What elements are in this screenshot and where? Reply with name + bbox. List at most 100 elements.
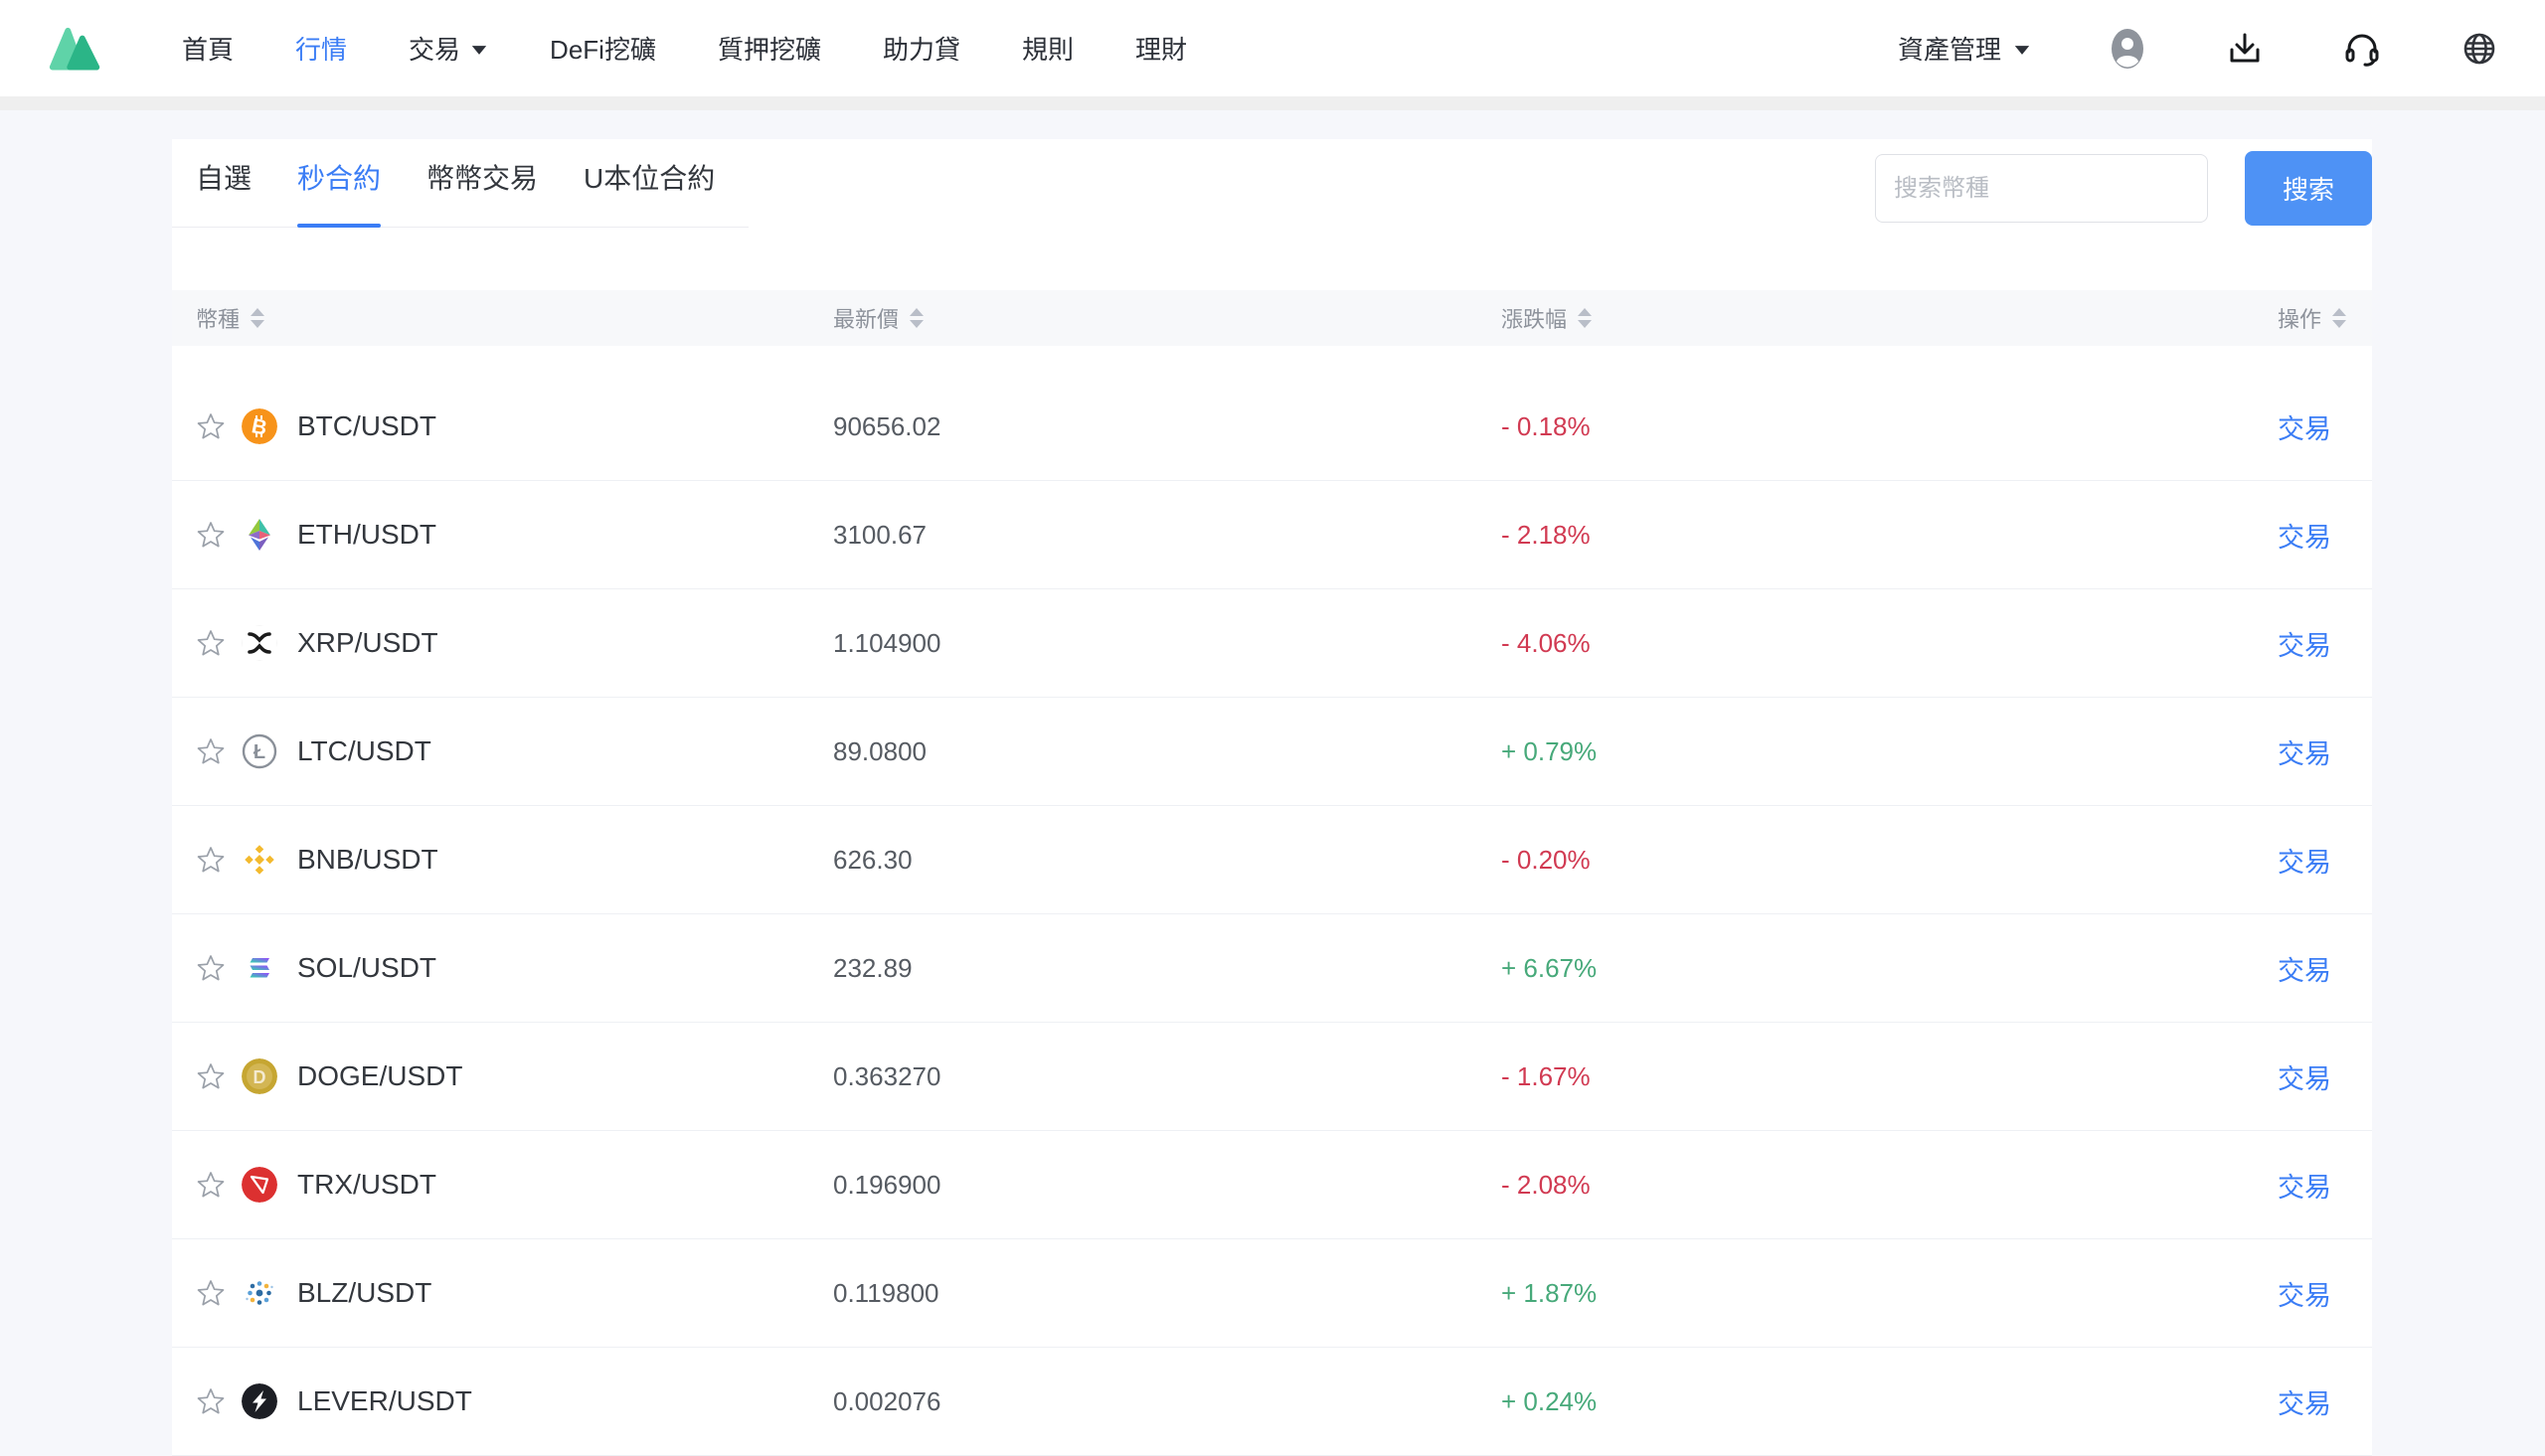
pair-cell: TRX/USDT [196,1167,833,1203]
nav-item-staking[interactable]: 質押挖礦 [718,30,821,67]
language-globe-icon[interactable] [2459,28,2500,70]
nav-item-rules[interactable]: 規則 [1022,30,1074,67]
last-price: 3100.67 [833,520,1501,551]
tab-second-contract[interactable]: 秒合約 [297,159,381,227]
favorite-star-icon[interactable] [196,1278,226,1308]
lever-icon [242,1383,277,1419]
change-percent: + 1.87% [1501,1278,2278,1309]
search-input[interactable] [1875,154,2208,223]
last-price: 90656.02 [833,411,1501,442]
table-row: SOL/USDT 232.89 + 6.67% 交易 [172,914,2372,1023]
pair-label: XRP/USDT [297,627,438,659]
svg-text:D: D [254,1067,266,1087]
table-header-row: 幣種 最新價 漲跌幅 操作 [172,290,2372,346]
pair-label: SOL/USDT [297,952,436,984]
favorite-star-icon[interactable] [196,1170,226,1200]
trade-link[interactable]: 交易 [2278,624,2348,663]
pair-cell: BNB/USDT [196,842,833,878]
column-header-change[interactable]: 漲跌幅 [1501,302,2278,334]
pair-label: BNB/USDT [297,844,438,876]
column-header-action[interactable]: 操作 [2278,302,2348,334]
trade-link[interactable]: 交易 [2278,841,2348,880]
table-row: BLZ/USDT 0.119800 + 1.87% 交易 [172,1239,2372,1348]
favorite-star-icon[interactable] [196,736,226,766]
pair-cell: SOL/USDT [196,950,833,986]
top-navigation-bar: 首頁 行情 交易 DeFi挖礦 質押挖礦 助力貸 規則 理財 資產管理 [0,0,2545,96]
trx-icon [242,1167,277,1203]
trade-link[interactable]: 交易 [2278,516,2348,555]
favorite-star-icon[interactable] [196,953,226,983]
tab-usdt-contract[interactable]: U本位合約 [584,159,715,227]
bnb-icon [242,842,277,878]
trade-link[interactable]: 交易 [2278,1382,2348,1421]
table-row: TRX/USDT 0.196900 - 2.08% 交易 [172,1131,2372,1239]
table-row: ETH/USDT 3100.67 - 2.18% 交易 [172,481,2372,589]
blz-icon [242,1275,277,1311]
trade-link[interactable]: 交易 [2278,949,2348,988]
last-price: 0.002076 [833,1386,1501,1417]
pair-label: BLZ/USDT [297,1277,431,1309]
pair-cell: D DOGE/USDT [196,1058,833,1094]
last-price: 0.119800 [833,1278,1501,1309]
pair-cell: B BTC/USDT [196,408,833,444]
favorite-star-icon[interactable] [196,845,226,875]
column-header-price[interactable]: 最新價 [833,302,1501,334]
table-row: LEVER/USDT 0.002076 + 0.24% 交易 [172,1348,2372,1456]
pair-cell: ETH/USDT [196,517,833,553]
last-price: 232.89 [833,953,1501,984]
last-price: 0.363270 [833,1061,1501,1092]
sort-icon [909,307,925,329]
search-button[interactable]: 搜索 [2245,151,2372,226]
market-tabs: 自選 秒合約 幣幣交易 U本位合約 [172,159,749,228]
last-price: 626.30 [833,845,1501,876]
assets-dropdown[interactable]: 資產管理 [1898,30,2031,67]
nav-item-trade-label: 交易 [409,30,460,67]
last-price: 1.104900 [833,628,1501,659]
ltc-icon: Ł [242,733,277,769]
chevron-down-icon [2015,46,2029,55]
nav-item-loan[interactable]: 助力貸 [883,30,960,67]
nav-item-defi-mining[interactable]: DeFi挖礦 [550,30,656,67]
support-headset-icon[interactable] [2341,28,2383,70]
last-price: 0.196900 [833,1170,1501,1201]
nav-item-home[interactable]: 首頁 [182,30,234,67]
change-percent: - 2.08% [1501,1170,2278,1201]
tab-favorites[interactable]: 自選 [196,159,252,227]
trade-link[interactable]: 交易 [2278,1274,2348,1313]
sort-icon [1577,307,1593,329]
assets-dropdown-label: 資產管理 [1898,30,2001,67]
favorite-star-icon[interactable] [196,628,226,658]
download-app-icon[interactable] [2224,28,2266,70]
table-row: BNB/USDT 626.30 - 0.20% 交易 [172,806,2372,914]
nav-item-markets[interactable]: 行情 [295,30,347,67]
favorite-star-icon[interactable] [196,1061,226,1091]
trade-link[interactable]: 交易 [2278,1057,2348,1096]
table-row: D DOGE/USDT 0.363270 - 1.67% 交易 [172,1023,2372,1131]
nav-item-wealth[interactable]: 理財 [1135,30,1187,67]
pair-label: DOGE/USDT [297,1060,462,1092]
sol-icon [242,950,277,986]
brand-logo[interactable] [45,25,106,73]
change-percent: + 0.79% [1501,736,2278,767]
pair-label: LEVER/USDT [297,1385,472,1417]
markets-card: 自選 秒合約 幣幣交易 U本位合約 搜索 幣種 最新價 漲跌幅 操作 B [172,139,2372,1398]
column-header-coin[interactable]: 幣種 [196,302,833,334]
column-header-action-label: 操作 [2278,302,2321,334]
tab-spot-trading[interactable]: 幣幣交易 [426,159,538,227]
user-avatar[interactable] [2107,28,2148,70]
nav-item-trade[interactable]: 交易 [409,30,488,67]
favorite-star-icon[interactable] [196,520,226,550]
column-header-price-label: 最新價 [833,302,899,334]
change-percent: - 4.06% [1501,628,2278,659]
trade-link[interactable]: 交易 [2278,1166,2348,1205]
favorite-star-icon[interactable] [196,1386,226,1416]
table-row: B BTC/USDT 90656.02 - 0.18% 交易 [172,373,2372,481]
pair-label: ETH/USDT [297,519,436,551]
main-menu: 首頁 行情 交易 DeFi挖礦 質押挖礦 助力貸 規則 理財 [182,30,1187,67]
trade-link[interactable]: 交易 [2278,407,2348,446]
chevron-down-icon [472,46,486,55]
trade-link[interactable]: 交易 [2278,732,2348,771]
nav-right-section: 資產管理 [1898,28,2500,70]
pair-cell: XRP/USDT [196,625,833,661]
favorite-star-icon[interactable] [196,411,226,441]
